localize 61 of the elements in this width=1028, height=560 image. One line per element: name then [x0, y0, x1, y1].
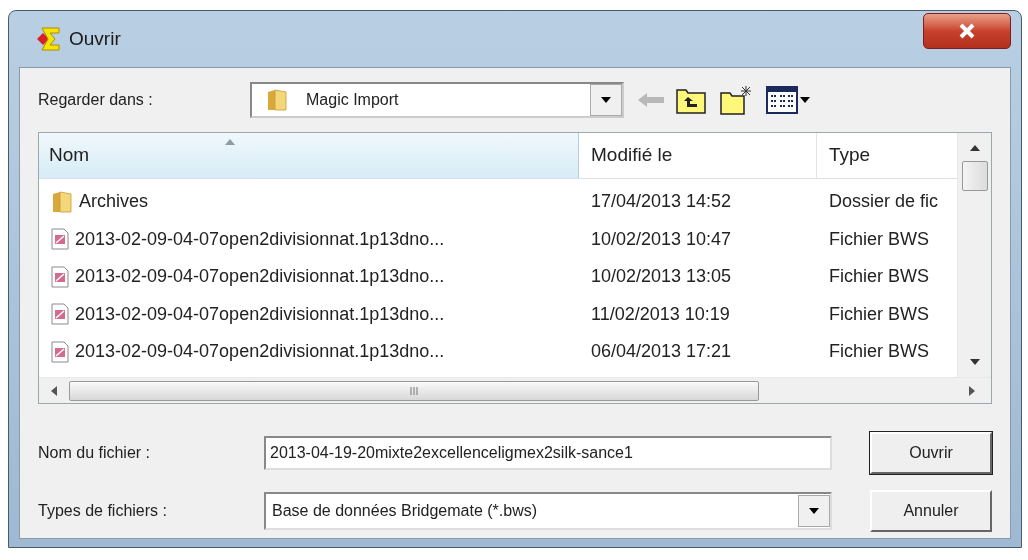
scroll-down-icon[interactable]: [969, 359, 980, 365]
file-type-value: Base de données Bridgemate (*.bws): [271, 501, 539, 521]
file-name: 2013-02-09-04-07open2divisionnat.1p13dno...: [75, 227, 445, 251]
open-button[interactable]: Ouvrir: [870, 432, 992, 474]
modified-date: 10/02/2013 10:47: [590, 227, 733, 251]
column-header[interactable]: Type: [817, 133, 957, 178]
folder-up-icon[interactable]: [676, 86, 706, 114]
dropdown-button[interactable]: [798, 495, 830, 527]
file-type: Dossier de fic: [828, 190, 940, 214]
look-in-value: Magic Import: [306, 90, 400, 110]
folder-icon: [266, 88, 288, 112]
file-icon: [51, 228, 69, 251]
horizontal-scrollbar[interactable]: [39, 377, 991, 403]
file-type: Fichier BWS: [828, 265, 930, 289]
dropdown-button[interactable]: [590, 84, 622, 116]
file-name-label: Nom du fichier :: [38, 443, 152, 463]
caret-icon: [809, 508, 819, 514]
file-type-dropdown[interactable]: Base de données Bridgemate (*.bws): [264, 492, 832, 530]
close-icon: [958, 23, 976, 39]
column-header[interactable]: Nom: [39, 133, 579, 178]
folder-icon: [51, 189, 73, 214]
scroll-up-icon[interactable]: [969, 145, 980, 151]
file-name-field[interactable]: 2013-04-19-20mixte2excellenceligmex2silk-sance1: [264, 436, 832, 470]
new-folder-icon[interactable]: [720, 85, 752, 115]
caret-icon: [800, 97, 810, 103]
modified-date: 17/04/2013 14:52: [590, 190, 733, 214]
modified-date: 11/02/2013 10:19: [590, 302, 731, 326]
view-menu-button[interactable]: [766, 86, 810, 114]
file-icon: [51, 340, 69, 363]
vertical-scrollbar[interactable]: [957, 133, 991, 377]
scrollbar-thumb[interactable]: [961, 161, 988, 191]
caret-icon: [601, 97, 611, 103]
file-name: 2013-02-09-04-07open2divisionnat.1p13dno...: [75, 265, 445, 289]
file-icon: [51, 303, 69, 326]
column-header[interactable]: Modifié le: [579, 133, 817, 178]
modified-date: 10/02/2013 13:05: [590, 265, 733, 289]
scrollbar-thumb[interactable]: [69, 380, 759, 401]
file-name: 2013-02-09-04-07open2divisionnat.1p13dno...: [75, 302, 445, 326]
sort-arrow-icon: [225, 139, 235, 145]
file-row[interactable]: 2013-02-09-04-07open2divisionnat.1p13dno... 06/04/2013 17:21 Fichier BWS: [39, 333, 957, 371]
file-row[interactable]: 2013-02-09-04-07open2divisionnat.1p13dno... 11/02/2013 10:19 Fichier BWS: [39, 295, 957, 333]
file-type-label: Types de fichiers :: [38, 501, 168, 521]
window-title: Ouvrir: [69, 26, 121, 51]
view-grid-icon: [766, 86, 798, 114]
close-button[interactable]: [923, 13, 1011, 49]
modified-date: 06/04/2013 17:21: [590, 340, 733, 364]
file-type: Fichier BWS: [828, 227, 930, 251]
look-in-dropdown[interactable]: Magic Import: [250, 82, 624, 118]
file-row[interactable]: 2013-02-09-04-07open2divisionnat.1p13dno... 10/02/2013 13:05 Fichier BWS: [39, 258, 957, 296]
file-name: 2013-02-09-04-07open2divisionnat.1p13dno...: [75, 340, 445, 364]
file-name: Archives: [79, 190, 149, 214]
file-type: Fichier BWS: [828, 302, 930, 326]
look-in-label: Regarder dans :: [38, 90, 154, 110]
file-type: Fichier BWS: [828, 340, 930, 364]
grip-icon: [409, 386, 419, 395]
scroll-left-icon[interactable]: [51, 385, 57, 396]
scroll-right-icon[interactable]: [969, 385, 975, 396]
file-row[interactable]: 2013-02-09-04-07open2divisionnat.1p13dno... 10/02/2013 10:47 Fichier BWS: [39, 220, 957, 258]
file-icon: [51, 265, 69, 288]
cancel-button[interactable]: Annuler: [870, 490, 992, 532]
file-row[interactable]: Archives 17/04/2013 14:52 Dossier de fic: [39, 183, 957, 221]
